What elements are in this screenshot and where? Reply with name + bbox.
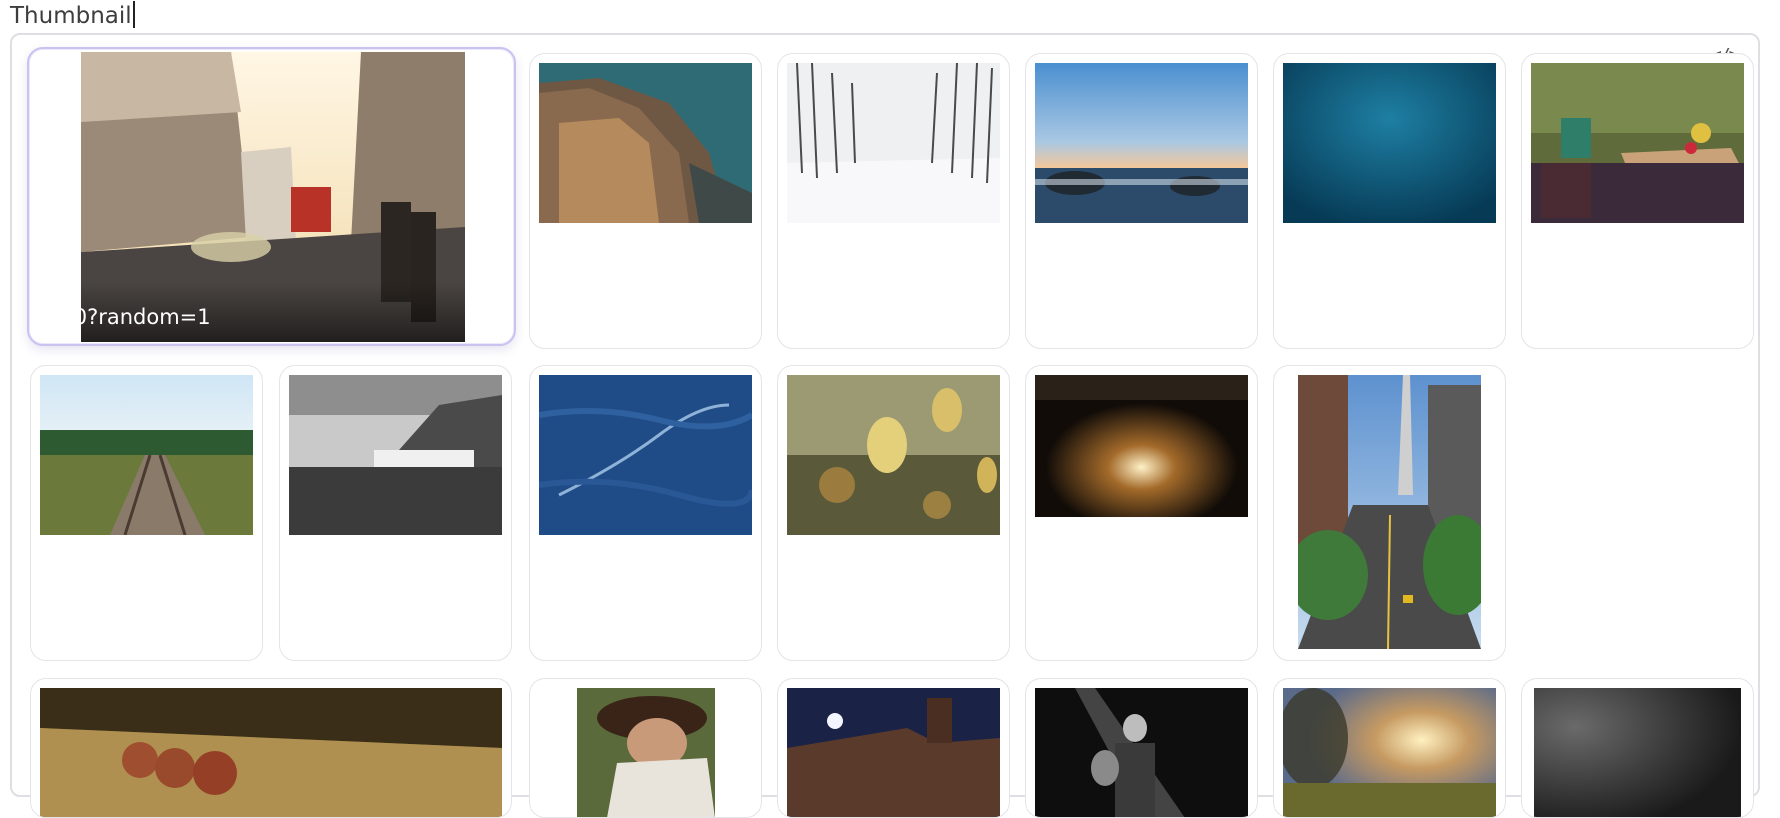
nyc-avenue-photo [1298,375,1481,649]
cafe-terrace-photo [1531,63,1744,223]
thumbnail-card[interactable] [279,365,512,661]
thumbnail-card[interactable] [30,678,512,818]
autumn-leaves-photo [787,375,1000,535]
wooden-instrument-photo [40,688,502,817]
thumbnail-card[interactable] [777,365,1010,661]
thumbnail-card[interactable] [1025,53,1258,349]
concert-tunnel-photo [1035,375,1248,517]
ocean-waves-photo [539,375,752,535]
railroad-tracks-photo [40,375,253,535]
desert-night-photo [787,688,1000,817]
thumbnail-caption: 600?random=1 [47,305,211,329]
thumbnail-card[interactable] [30,365,263,661]
thumbnail-card[interactable] [777,678,1010,818]
person-hat-photo [577,688,715,817]
thumbnail-card-selected[interactable]: 600?random=1 [27,47,516,346]
snowy-path-photo [787,63,1000,223]
thumbnail-card[interactable] [529,365,762,661]
thumbnail-card[interactable] [1273,365,1506,661]
street-city-photo [81,52,465,342]
thumbnail-card[interactable] [1025,678,1258,818]
sea-rocks-sunset-photo [1035,63,1248,223]
coastal-cliff-photo [289,375,502,535]
thumbnail-card[interactable] [1521,678,1754,818]
sunset-trees-photo [1283,688,1496,817]
thumbnail-card[interactable] [777,53,1010,349]
thumbnail-card[interactable] [1025,365,1258,661]
cliff-village-photo [539,63,752,223]
dark-misty-photo [1534,688,1741,817]
thumbnail-card[interactable] [1521,53,1754,349]
thumbnail-card[interactable] [529,678,762,818]
thumbnail-card[interactable] [1273,678,1506,818]
guitarist-stage-photo [1035,688,1248,817]
page-title[interactable]: Thumbnail [10,1,135,31]
text-caret [132,1,135,28]
thumbnail-card[interactable] [529,53,762,349]
thumbnail-card[interactable] [1273,53,1506,349]
underwater-photo [1283,63,1496,223]
